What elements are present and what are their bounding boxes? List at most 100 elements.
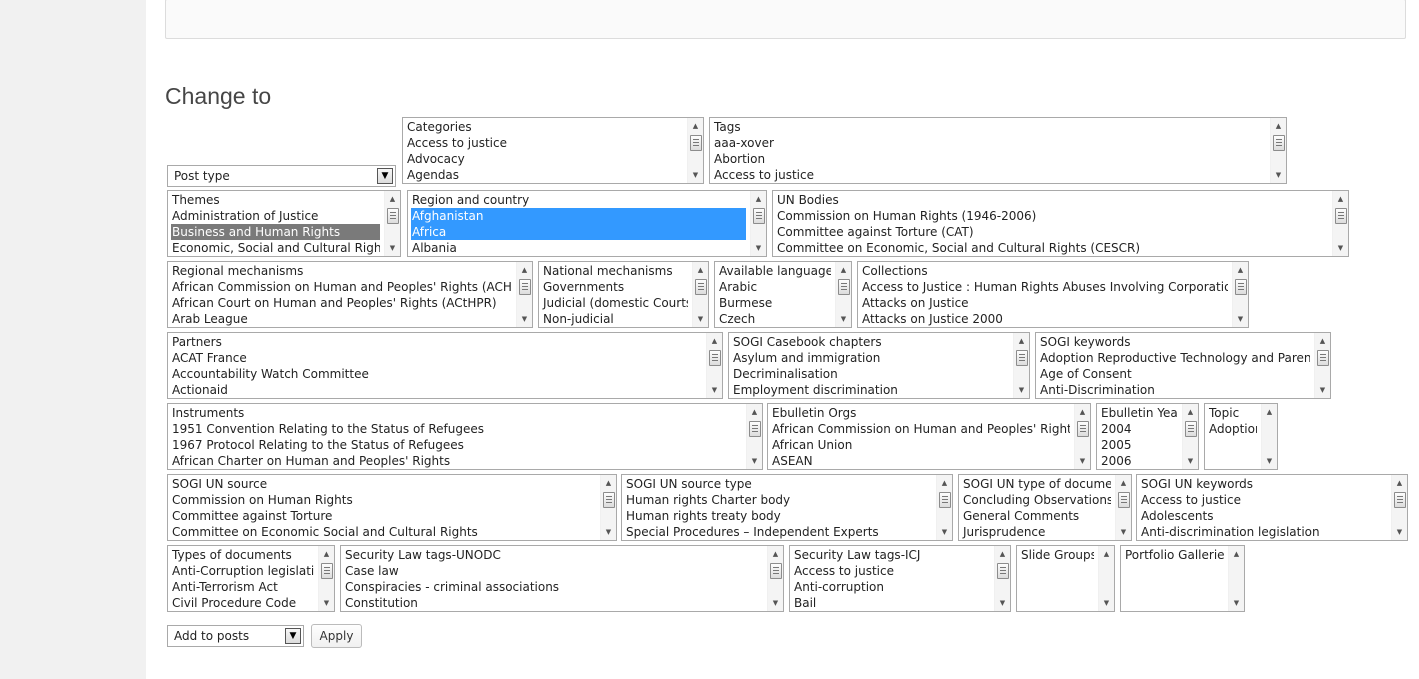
vertical-scrollbar[interactable]: ▲ ▼: [600, 475, 616, 540]
listbox-option[interactable]: Human rights Charter body: [625, 492, 932, 508]
listbox-option[interactable]: Agendas: [406, 167, 683, 183]
scroll-down-arrow-icon[interactable]: ▼: [751, 241, 766, 255]
sogi-un-type-of-document-listbox[interactable]: SOGI UN type of document Concluding Obser…: [958, 474, 1132, 541]
listbox-option[interactable]: Committee on Economic Social and Cultura…: [171, 524, 596, 540]
region-and-country-listbox[interactable]: Region and country Afghanistan Africa Alban…: [407, 190, 767, 257]
types-of-documents-listbox[interactable]: Types of documents Anti-Corruption legisl…: [167, 545, 335, 612]
listbox-option[interactable]: Anti-Corruption legislation: [171, 563, 314, 579]
scroll-down-arrow-icon[interactable]: ▼: [1229, 596, 1244, 610]
scroll-down-arrow-icon[interactable]: ▼: [517, 312, 532, 326]
sogi-un-keywords-listbox[interactable]: SOGI UN keywords Access to justice Adolesc…: [1136, 474, 1408, 541]
listbox-option[interactable]: Employment discrimination: [732, 382, 1009, 398]
listbox-option[interactable]: Governments: [542, 279, 688, 295]
scroll-up-arrow-icon[interactable]: ▲: [747, 405, 762, 419]
chevron-down-icon[interactable]: ▼: [285, 628, 301, 644]
scroll-up-arrow-icon[interactable]: ▲: [937, 476, 952, 490]
vertical-scrollbar[interactable]: ▲ ▼: [1098, 546, 1114, 611]
listbox-option[interactable]: SOGI UN type of document: [962, 476, 1111, 492]
listbox-option[interactable]: Business and Human Rights: [171, 224, 380, 240]
scrollbar-thumb[interactable]: [939, 492, 951, 508]
listbox-option[interactable]: ASEAN: [771, 453, 1070, 469]
vertical-scrollbar[interactable]: ▲ ▼: [692, 262, 708, 327]
scroll-up-arrow-icon[interactable]: ▲: [1099, 547, 1114, 561]
listbox-option[interactable]: Tags: [713, 119, 1266, 135]
vertical-scrollbar[interactable]: ▲ ▼: [1074, 404, 1090, 469]
tags-listbox[interactable]: Tags aaa-xover Abortion Access to justice ▲ ▼: [709, 117, 1287, 184]
listbox-option[interactable]: Constitution: [344, 595, 763, 611]
listbox-option[interactable]: Accountability Watch Committee: [171, 366, 702, 382]
scroll-up-arrow-icon[interactable]: ▲: [693, 263, 708, 277]
scroll-up-arrow-icon[interactable]: ▲: [1315, 334, 1330, 348]
scroll-down-arrow-icon[interactable]: ▼: [1392, 525, 1407, 539]
listbox-option[interactable]: African Commission on Human and Peoples'…: [171, 279, 512, 295]
sogi-keywords-listbox[interactable]: SOGI keywords Adoption Reproductive Techn…: [1035, 332, 1331, 399]
vertical-scrollbar[interactable]: ▲ ▼: [1261, 404, 1277, 469]
listbox-option[interactable]: Commission on Human Rights: [171, 492, 596, 508]
listbox-option[interactable]: Access to justice: [793, 563, 990, 579]
scroll-down-arrow-icon[interactable]: ▼: [836, 312, 851, 326]
scrollbar-thumb[interactable]: [838, 279, 850, 295]
scrollbar-thumb[interactable]: [1118, 492, 1130, 508]
scrollbar-thumb[interactable]: [1335, 208, 1347, 224]
listbox-option[interactable]: Actionaid: [171, 382, 702, 398]
listbox-option[interactable]: Available languages: [718, 263, 831, 279]
listbox-option[interactable]: Instruments: [171, 405, 742, 421]
vertical-scrollbar[interactable]: ▲ ▼: [318, 546, 334, 611]
listbox-option[interactable]: Age of Consent: [1039, 366, 1310, 382]
available-languages-listbox[interactable]: Available languages Arabic Burmese Czech ▲ ▼: [714, 261, 852, 328]
security-law-tags-icj-listbox[interactable]: Security Law tags-ICJ Access to justice An…: [789, 545, 1011, 612]
scroll-up-arrow-icon[interactable]: ▲: [601, 476, 616, 490]
listbox-option[interactable]: 2005: [1100, 437, 1178, 453]
listbox-option[interactable]: Africa: [411, 224, 746, 240]
sogi-casebook-chapters-listbox[interactable]: SOGI Casebook chapters Asylum and immigra…: [728, 332, 1030, 399]
vertical-scrollbar[interactable]: ▲ ▼: [835, 262, 851, 327]
scroll-down-arrow-icon[interactable]: ▼: [1315, 383, 1330, 397]
listbox-option[interactable]: Committee against Torture: [171, 508, 596, 524]
listbox-option[interactable]: Security Law tags-ICJ: [793, 547, 990, 563]
listbox-option[interactable]: Judicial (domestic Courts): [542, 295, 688, 311]
listbox-option[interactable]: Non-judicial: [542, 311, 688, 327]
listbox-option[interactable]: Civil Procedure Code: [171, 595, 314, 611]
listbox-option[interactable]: ACAT France: [171, 350, 702, 366]
listbox-option[interactable]: Anti-Discrimination: [1039, 382, 1310, 398]
scroll-down-arrow-icon[interactable]: ▼: [1333, 241, 1348, 255]
vertical-scrollbar[interactable]: ▲ ▼: [936, 475, 952, 540]
scroll-up-arrow-icon[interactable]: ▲: [995, 547, 1010, 561]
listbox-option[interactable]: SOGI UN keywords: [1140, 476, 1387, 492]
listbox-option[interactable]: Access to Justice : Human Rights Abuses …: [861, 279, 1228, 295]
listbox-option[interactable]: SOGI Casebook chapters: [732, 334, 1009, 350]
scrollbar-thumb[interactable]: [695, 279, 707, 295]
scrollbar-thumb[interactable]: [387, 208, 399, 224]
scroll-down-arrow-icon[interactable]: ▼: [601, 525, 616, 539]
un-bodies-listbox[interactable]: UN Bodies Commission on Human Rights (194…: [772, 190, 1349, 257]
vertical-scrollbar[interactable]: ▲ ▼: [516, 262, 532, 327]
vertical-scrollbar[interactable]: ▲ ▼: [706, 333, 722, 398]
listbox-option[interactable]: Ebulletin Orgs: [771, 405, 1070, 421]
vertical-scrollbar[interactable]: ▲ ▼: [1182, 404, 1198, 469]
listbox-option[interactable]: Arabic: [718, 279, 831, 295]
listbox-option[interactable]: 2006: [1100, 453, 1178, 469]
listbox-option[interactable]: Region and country: [411, 192, 746, 208]
scroll-up-arrow-icon[interactable]: ▲: [1333, 192, 1348, 206]
categories-listbox[interactable]: Categories Access to justice Advocacy Agend…: [402, 117, 704, 184]
scrollbar-thumb[interactable]: [690, 135, 702, 151]
vertical-scrollbar[interactable]: ▲ ▼: [767, 546, 783, 611]
scroll-up-arrow-icon[interactable]: ▲: [1271, 119, 1286, 133]
scrollbar-thumb[interactable]: [1273, 135, 1285, 151]
security-law-tags-unodc-listbox[interactable]: Security Law tags-UNODC Case law Conspirac…: [340, 545, 784, 612]
listbox-option[interactable]: Czech: [718, 311, 831, 327]
listbox-option[interactable]: Slide Groups: [1020, 547, 1094, 563]
listbox-option[interactable]: Advocacy: [406, 151, 683, 167]
scroll-down-arrow-icon[interactable]: ▼: [1271, 168, 1286, 182]
scroll-up-arrow-icon[interactable]: ▲: [1014, 334, 1029, 348]
listbox-option[interactable]: Case law: [344, 563, 763, 579]
scroll-down-arrow-icon[interactable]: ▼: [1075, 454, 1090, 468]
scroll-down-arrow-icon[interactable]: ▼: [1014, 383, 1029, 397]
scrollbar-thumb[interactable]: [1235, 279, 1247, 295]
listbox-option[interactable]: Partners: [171, 334, 702, 350]
listbox-option[interactable]: African Union: [771, 437, 1070, 453]
vertical-scrollbar[interactable]: ▲ ▼: [994, 546, 1010, 611]
vertical-scrollbar[interactable]: ▲ ▼: [1314, 333, 1330, 398]
scrollbar-thumb[interactable]: [1317, 350, 1329, 366]
scroll-up-arrow-icon[interactable]: ▲: [1229, 547, 1244, 561]
